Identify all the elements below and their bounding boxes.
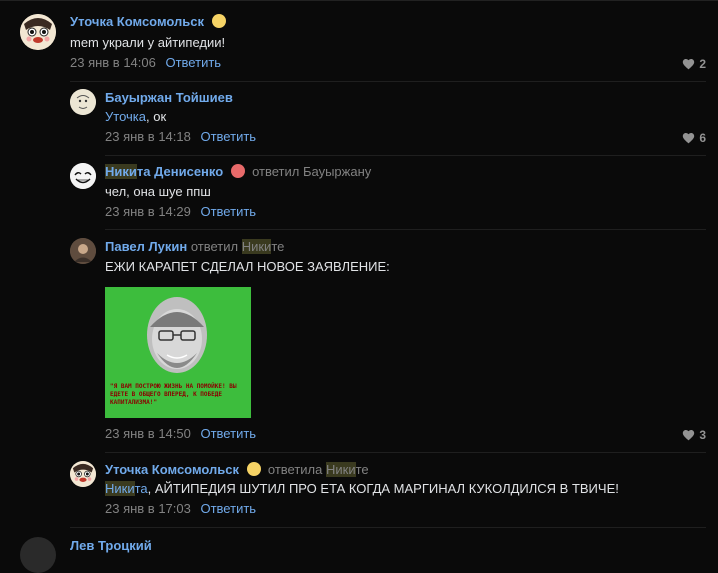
divider (70, 527, 706, 528)
sketch-avatar-icon (70, 89, 96, 115)
replied-to-name[interactable]: Бауыржану (303, 164, 371, 179)
replied-to-highlight: Ники (241, 239, 272, 254)
author-name[interactable]: Уточка Комсомольск (105, 462, 239, 477)
replied-to-rest: те (271, 239, 285, 254)
comment-text: mem украли у айтипедии! (70, 35, 226, 50)
reply-button[interactable]: Ответить (200, 129, 256, 144)
comment-meta: 23 янв в 14:06 Ответить (70, 55, 221, 71)
author-line: Лев Троцкий (70, 538, 152, 554)
replied-to-rest: те (355, 462, 369, 477)
divider (105, 155, 706, 156)
avatar[interactable] (70, 163, 96, 189)
replied-to-name[interactable]: Никите (326, 462, 369, 477)
comment-text: Никита, АЙТИПЕДИЯ ШУТИЛ ПРО ЕТА КОГДА МА… (105, 480, 619, 498)
comment-text: чел, она шуе ппш (105, 184, 211, 199)
comment-text: ЕЖИ КАРАПЕТ СДЕЛАЛ НОВОЕ ЗАЯВЛЕНИЕ: (105, 259, 390, 274)
avatar[interactable] (20, 537, 56, 573)
author-line: Никита Денисенко ответил Бауыржану (105, 164, 371, 180)
like-count: 3 (699, 428, 706, 442)
comment-date[interactable]: 23 янв в 14:18 (105, 129, 191, 144)
author-name[interactable]: Уточка Комсомольск (70, 14, 204, 29)
author-name-highlight: Ники (105, 164, 137, 179)
mention-link[interactable]: Никита (105, 481, 148, 496)
comment-date[interactable]: 23 янв в 14:06 (70, 55, 156, 70)
avatar[interactable] (70, 461, 96, 487)
like-button[interactable]: 2 (682, 57, 706, 71)
author-line: Уточка Комсомольск (70, 14, 226, 30)
comment-date[interactable]: 23 янв в 17:03 (105, 501, 191, 516)
author-line: Уточка Комсомольск ответила Никите (105, 462, 369, 478)
comment-date[interactable]: 23 янв в 14:50 (105, 426, 191, 441)
heart-icon (683, 59, 695, 70)
divider (70, 81, 706, 82)
replied-prefix: ответил (252, 164, 300, 179)
replied-to-label: ответил Никите (190, 239, 285, 254)
comment-text: Уточка, ок (105, 108, 166, 126)
meme-image[interactable]: "Я ВАМ ПОСТРОЮ ЖИЗНЬ НА ПОМОЙКЕ! ВЫ ЕДЕТ… (105, 287, 251, 418)
author-line: Бауыржан Тойшиев (105, 90, 233, 106)
divider (105, 229, 706, 230)
author-name-rest: та Денисенко (136, 164, 224, 179)
photo-avatar-icon (70, 238, 96, 264)
like-count: 6 (699, 131, 706, 145)
replied-to-highlight: Ники (326, 462, 356, 477)
heart-icon (683, 133, 695, 144)
comment-meta: 23 янв в 17:03 Ответить (105, 501, 256, 517)
author-name[interactable]: Бауыржан Тойшиев (105, 90, 233, 105)
mention-link[interactable]: Уточка (105, 109, 146, 124)
mention-rest: та (134, 481, 148, 496)
replied-to-label: ответил Бауыржану (248, 164, 371, 179)
author-line: Павел Лукин ответил Никите (105, 239, 284, 255)
trollface-avatar-icon (70, 163, 96, 189)
comment-meta: 23 янв в 14:18 Ответить (105, 129, 256, 145)
reply-button[interactable]: Ответить (200, 501, 256, 516)
heart-icon (683, 430, 695, 441)
author-name[interactable]: Павел Лукин (105, 239, 187, 254)
top-divider (0, 0, 718, 1)
comment-text-rest: , АЙТИПЕДИЯ ШУТИЛ ПРО ЕТА КОГДА МАРГИНАЛ… (147, 481, 619, 496)
comment-text-rest: , ок (146, 109, 167, 124)
replied-to-name[interactable]: Никите (241, 239, 285, 254)
duck-avatar-icon (20, 14, 56, 50)
meme-caption: "Я ВАМ ПОСТРОЮ ЖИЗНЬ НА ПОМОЙКЕ! ВЫ ЕДЕТ… (110, 383, 237, 406)
avatar[interactable] (70, 238, 96, 264)
like-button[interactable]: 3 (682, 428, 706, 442)
divider (105, 452, 706, 453)
comment-date[interactable]: 23 янв в 14:29 (105, 204, 191, 219)
mention-highlight: Ники (105, 481, 135, 496)
reply-button[interactable]: Ответить (200, 204, 256, 219)
avatar[interactable] (20, 14, 56, 50)
duck-avatar-icon (70, 461, 96, 487)
avatar[interactable] (70, 89, 96, 115)
like-button[interactable]: 6 (682, 131, 706, 145)
clown-emoji-icon (230, 164, 245, 178)
reply-button[interactable]: Ответить (200, 426, 256, 441)
chick-emoji-icon (211, 14, 226, 28)
replied-prefix: ответила (267, 462, 323, 477)
comment-meta: 23 янв в 14:50 Ответить (105, 426, 256, 442)
comment-meta: 23 янв в 14:29 Ответить (105, 204, 256, 220)
author-name[interactable]: Никита Денисенко (105, 164, 223, 179)
like-count: 2 (699, 57, 706, 71)
replied-prefix: ответил (190, 239, 239, 254)
reply-button[interactable]: Ответить (165, 55, 221, 70)
chick-emoji-icon (246, 462, 261, 476)
replied-to-label: ответила Никите (264, 462, 369, 477)
